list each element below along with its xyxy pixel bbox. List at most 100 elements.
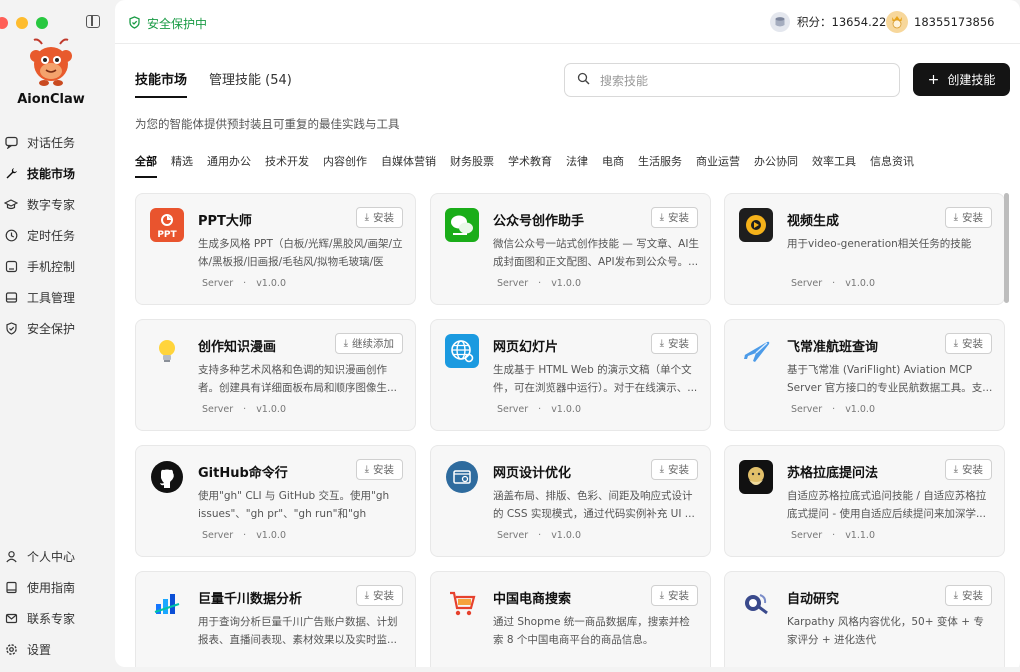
category-tab[interactable]: 法律: [566, 153, 588, 178]
skill-card[interactable]: 自动研究 ⤓ 安装 Karpathy 风格内容优化，50+ 变体 + 专家评分 + 进…: [724, 571, 1005, 667]
category-tab[interactable]: 全部: [135, 153, 157, 178]
user-menu[interactable]: 18355173856: [886, 11, 994, 33]
install-button[interactable]: ⤓ 安装: [944, 459, 992, 480]
sidebar-nav: 对话任务 技能市场 数字专家 定时任务 手机控制 工具管理 安全保护: [0, 127, 112, 344]
download-icon: ⤓: [953, 464, 958, 475]
sidebar: AionClaw 对话任务 技能市场 数字专家 定时任务 手机控制 工具管理 安…: [0, 0, 115, 672]
sidebar-item-profile[interactable]: 个人中心: [0, 541, 112, 572]
sidebar-bottom-nav: 个人中心 使用指南 联系专家 设置: [0, 541, 112, 665]
install-button[interactable]: ⤓ 安装: [944, 585, 992, 606]
install-button[interactable]: ⤓ 安装: [355, 585, 403, 606]
username: 18355173856: [914, 15, 995, 29]
skill-card[interactable]: 视频生成 ⤓ 安装 用于video-generation相关任务的技能 Server · v…: [724, 193, 1005, 305]
skill-meta: Server · v1.0.0: [791, 278, 885, 289]
sidebar-toggle-icon[interactable]: [86, 15, 100, 28]
skill-card[interactable]: PPT PPT大师 ⤓ 安装 生成多风格 PPT（白板/光辉/黑胶风/画架/立体/黑板报…: [135, 193, 416, 305]
points-display[interactable]: 积分：13654.22: [770, 12, 886, 32]
ppt-icon: PPT: [149, 207, 185, 243]
sidebar-item-guide[interactable]: 使用指南: [0, 572, 112, 603]
install-button[interactable]: ⤓ 继续添加: [334, 333, 403, 354]
download-icon: ⤓: [364, 212, 369, 223]
avatar: [886, 11, 908, 33]
graduation-cap-icon: [4, 198, 18, 212]
sidebar-item-digital-expert[interactable]: 数字专家: [0, 189, 112, 220]
skill-meta: Server · v1.0.0: [791, 404, 885, 415]
sidebar-item-contact-expert[interactable]: 联系专家: [0, 603, 112, 634]
category-tab[interactable]: 电商: [602, 153, 624, 178]
gear-icon: [4, 643, 18, 657]
meta-separator: ·: [538, 404, 542, 415]
install-button[interactable]: ⤓ 安装: [944, 207, 992, 228]
download-icon: ⤓: [659, 464, 664, 475]
sidebar-item-tool-management[interactable]: 工具管理: [0, 282, 112, 313]
sidebar-item-chat[interactable]: 对话任务: [0, 127, 112, 158]
category-tab[interactable]: 信息资讯: [870, 153, 914, 178]
install-button[interactable]: ⤓ 安装: [650, 585, 698, 606]
category-tab[interactable]: 生活服务: [638, 153, 682, 178]
video-icon: [738, 207, 774, 243]
category-tab[interactable]: 内容创作: [323, 153, 367, 178]
install-button[interactable]: ⤓ 安装: [355, 207, 403, 228]
skill-meta: Server · v1.0.0: [202, 404, 296, 415]
tab-skills-market[interactable]: 技能市场: [135, 69, 188, 98]
skill-server: Server: [791, 530, 823, 541]
skill-meta: Server · v1.0.0: [202, 278, 296, 289]
skill-card[interactable]: 巨量千川数据分析 ⤓ 安装 用于查询分析巨量千川广告账户数据、计划报表、直播间表现、素…: [135, 571, 416, 667]
download-icon: ⤓: [953, 590, 958, 601]
category-tab[interactable]: 学术教育: [508, 153, 552, 178]
person-icon: [4, 550, 18, 564]
minimize-window-button[interactable]: [16, 17, 28, 29]
sidebar-item-phone-control[interactable]: 手机控制: [0, 251, 112, 282]
category-tab[interactable]: 自媒体营销: [381, 153, 436, 178]
create-skill-button[interactable]: + 创建技能: [913, 63, 1010, 96]
download-icon: ⤓: [953, 338, 958, 349]
search-placeholder: 搜索技能: [600, 73, 649, 88]
sidebar-item-skills-market[interactable]: 技能市场: [0, 158, 112, 189]
category-tab[interactable]: 技术开发: [265, 153, 309, 178]
points-value: 积分：13654.22: [797, 15, 887, 29]
skill-card[interactable]: GitHub命令行 ⤓ 安装 使用"gh" CLI 与 GitHub 交互。使用"gh…: [135, 445, 416, 557]
sidebar-item-scheduled-tasks[interactable]: 定时任务: [0, 220, 112, 251]
category-tab[interactable]: 办公协同: [754, 153, 798, 178]
skill-card[interactable]: 网页设计优化 ⤓ 安装 涵盖布局、排版、色彩、间距及响应式设计的 CSS 实现模式，通…: [430, 445, 711, 557]
install-button[interactable]: ⤓ 安装: [355, 459, 403, 480]
skill-card[interactable]: 网页幻灯片 ⤓ 安装 生成基于 HTML Web 的演示文稿（单个文件，可在浏览器中运…: [430, 319, 711, 431]
skill-server: Server: [791, 404, 823, 415]
skill-card[interactable]: 苏格拉底提问法 ⤓ 安装 自适应苏格拉底式追问技能 / 自适应苏格拉底式提问 - 使用…: [724, 445, 1005, 557]
skill-card[interactable]: 飞常准航班查询 ⤓ 安装 基于飞常准 (VariFlight) Aviation MC…: [724, 319, 1005, 431]
skill-version: v1.0.0: [551, 530, 581, 541]
category-tab[interactable]: 效率工具: [812, 153, 856, 178]
search-input[interactable]: 搜索技能: [564, 63, 900, 97]
category-tab[interactable]: 通用办公: [207, 153, 251, 178]
install-label: 安装: [962, 212, 983, 224]
category-tab[interactable]: 商业运营: [696, 153, 740, 178]
sidebar-item-settings[interactable]: 设置: [0, 634, 112, 665]
sidebar-item-security[interactable]: 安全保护: [0, 313, 112, 344]
install-button[interactable]: ⤓ 安装: [650, 333, 698, 354]
skill-card[interactable]: 创作知识漫画 ⤓ 继续添加 支持多种艺术风格和色调的知识漫画创作者。创建具有详细面板布…: [135, 319, 416, 431]
download-icon: ⤓: [364, 590, 369, 601]
skill-server: Server: [202, 530, 234, 541]
category-tab[interactable]: 精选: [171, 153, 193, 178]
download-icon: ⤓: [343, 338, 348, 349]
install-button[interactable]: ⤓ 安装: [650, 459, 698, 480]
install-button[interactable]: ⤓ 安装: [650, 207, 698, 228]
skill-version: v1.0.0: [256, 278, 286, 289]
install-label: 安装: [668, 338, 689, 350]
skill-title: 创作知识漫画: [198, 340, 277, 355]
category-tab[interactable]: 财务股票: [450, 153, 494, 178]
skill-card[interactable]: 公众号创作助手 ⤓ 安装 微信公众号一站式创作技能 — 写文章、AI生成封面图和正文配…: [430, 193, 711, 305]
scrollbar[interactable]: [1004, 193, 1009, 303]
skill-card[interactable]: 中国电商搜索 ⤓ 安装 通过 Shopme 统一商品数据库，搜索并检索 8 个中国电商…: [430, 571, 711, 667]
skill-title: 自动研究: [787, 592, 840, 607]
maximize-window-button[interactable]: [36, 17, 48, 29]
shield-check-icon: [128, 15, 141, 32]
tab-manage-skills[interactable]: 管理技能 (54): [209, 69, 292, 98]
close-window-button[interactable]: [0, 17, 8, 29]
coins-icon: [770, 12, 790, 32]
skill-title: 飞常准航班查询: [787, 340, 879, 355]
skills-grid: PPT PPT大师 ⤓ 安装 生成多风格 PPT（白板/光辉/黑胶风/画架/立体/黑板报…: [135, 193, 1005, 667]
install-button[interactable]: ⤓ 安装: [944, 333, 992, 354]
sidebar-item-label: 安全保护: [27, 322, 76, 336]
sidebar-item-label: 数字专家: [27, 198, 76, 212]
